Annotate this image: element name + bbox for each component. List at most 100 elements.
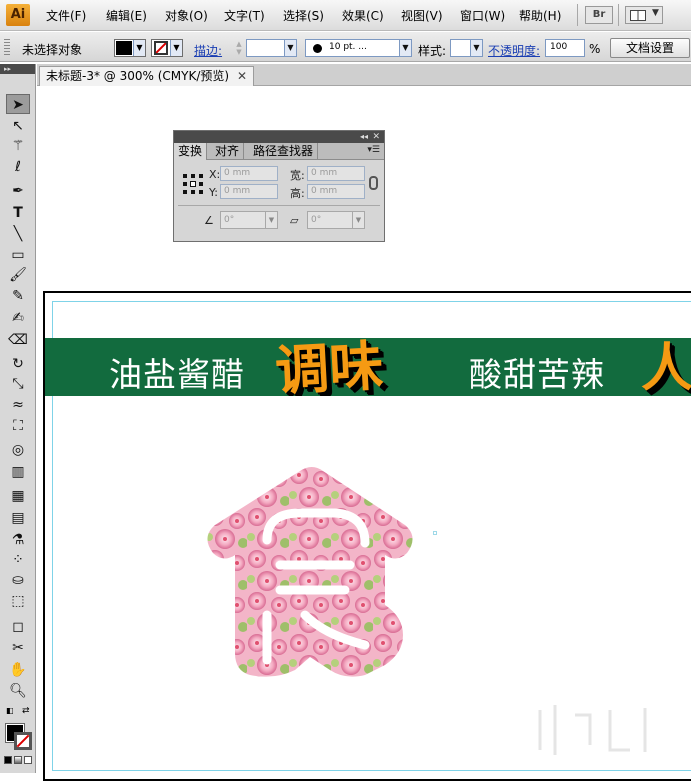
brush-dot-icon (313, 44, 322, 53)
menu-object[interactable]: 对象(O) (165, 7, 208, 24)
banner-accent-1: 调味 (273, 338, 385, 396)
scale-tool-icon[interactable]: ⤡ (6, 374, 30, 394)
eyedropper-tool-icon[interactable]: ⚗ (6, 530, 30, 550)
no-stroke-swatch (154, 41, 168, 55)
document-tab-strip: 未标题-3* @ 300% (CMYK/预览) ✕ (37, 64, 691, 86)
anchor-point-marker (433, 531, 437, 535)
watermark-graphic (538, 705, 647, 755)
menu-effect[interactable]: 效果(C) (342, 7, 384, 24)
tools-panel-header[interactable]: ▸▸ (0, 64, 35, 74)
panel-titlebar[interactable]: ◂◂ ✕ (174, 131, 384, 143)
banner-text-1: 油盐酱醋 (109, 355, 245, 394)
blob-brush-tool-icon[interactable]: ✍ (6, 308, 30, 328)
swap-colors-icon[interactable]: ⇄ (22, 706, 30, 716)
gradient-mode-icon[interactable] (14, 756, 22, 764)
constrain-proportions-icon[interactable] (369, 176, 378, 190)
green-banner[interactable]: 油盐酱醋 调味 酸甜苦辣 人 (45, 338, 691, 396)
y-label: Y: (209, 186, 218, 199)
zoom-tool-icon[interactable]: 🔍︎ (6, 681, 30, 701)
rotate-tool-icon[interactable]: ↻ (6, 354, 30, 374)
default-colors-icon[interactable]: ◧ (6, 706, 14, 715)
x-input[interactable]: 0 mm (220, 166, 278, 181)
menu-bar: Ai 文件(F) 编辑(E) 对象(O) 文字(T) 选择(S) 效果(C) 视… (0, 0, 691, 31)
live-paint-selection-tool-icon[interactable]: ⬚ (6, 591, 30, 611)
direct-selection-tool-icon[interactable]: ↖ (6, 116, 30, 136)
tab-pathfinder[interactable]: 路径查找器 (249, 143, 319, 160)
brush-definition-dropdown[interactable]: 10 pt. ... ▼ (305, 39, 412, 57)
blossom-character-artwork[interactable] (205, 465, 420, 680)
selection-tool-icon[interactable]: ➤ (6, 94, 30, 114)
close-icon[interactable]: ✕ (237, 67, 247, 85)
live-paint-bucket-tool-icon[interactable]: ⛀ (6, 570, 30, 590)
blend-tool-icon[interactable]: ⁘ (6, 550, 30, 570)
graphic-style-dropdown[interactable]: ▼ (450, 39, 483, 57)
warp-tool-icon[interactable]: ≈ (6, 395, 30, 415)
magic-wand-tool-icon[interactable]: ⚚ (6, 136, 30, 156)
menu-view[interactable]: 视图(V) (401, 7, 443, 24)
menu-window[interactable]: 窗口(W) (460, 7, 505, 24)
chevron-down-icon: ▼ (470, 40, 482, 56)
type-tool-icon[interactable]: T (6, 203, 30, 223)
style-label: 样式: (418, 44, 447, 58)
rectangle-tool-icon[interactable]: ▭ (6, 245, 30, 265)
stroke-weight-stepper[interactable]: ▲ ▼ (233, 40, 245, 57)
shear-dropdown[interactable]: 0° ▼ (307, 211, 365, 229)
stroke-label[interactable]: 描边: (194, 42, 222, 59)
opacity-label[interactable]: 不透明度: (488, 42, 540, 59)
rotate-value: 0° (224, 215, 235, 225)
pencil-tool-icon[interactable]: ✎ (6, 286, 30, 306)
fill-color-dropdown[interactable]: ▼ (114, 39, 146, 57)
chevron-down-icon: ▼ (170, 40, 182, 56)
go-to-bridge-button[interactable]: Br (585, 6, 613, 24)
opacity-input[interactable]: 100 (545, 39, 585, 57)
arrange-documents-button[interactable]: ▼ (625, 6, 663, 24)
menu-help[interactable]: 帮助(H) (519, 7, 561, 24)
collapse-icon[interactable]: ◂◂ (360, 131, 368, 143)
banner-accent-2: 人 (641, 339, 691, 396)
none-mode-icon[interactable] (24, 756, 32, 764)
color-mode-icon[interactable] (4, 756, 12, 764)
menu-type[interactable]: 文字(T) (224, 7, 265, 24)
layout-grid-icon (630, 10, 646, 21)
tab-transform[interactable]: 变换 (174, 143, 208, 160)
lasso-tool-icon[interactable]: ℓ (6, 157, 30, 177)
rotate-dropdown[interactable]: 0° ▼ (220, 211, 278, 229)
control-bar: 未选择对象 ▼ ▼ 描边: ▲ ▼ ▼ 10 pt. ... ▼ 样式: ▼ 不透… (0, 32, 691, 62)
slice-tool-icon[interactable]: ✂ (6, 638, 30, 658)
menu-separator (618, 4, 619, 26)
menu-separator (577, 4, 578, 26)
width-input[interactable]: 0 mm (307, 166, 365, 181)
document-setup-button[interactable]: 文档设置 (610, 38, 690, 58)
column-graph-tool-icon[interactable]: ▥ (6, 462, 30, 482)
artboard-tool-icon[interactable]: ◻ (6, 617, 30, 637)
stroke-swatch[interactable] (14, 732, 32, 750)
stroke-weight-dropdown[interactable]: ▼ (246, 39, 297, 57)
y-input[interactable]: 0 mm (220, 184, 278, 199)
line-tool-icon[interactable]: ╲ (6, 224, 30, 244)
height-input[interactable]: 0 mm (307, 184, 365, 199)
mesh-tool-icon[interactable]: ▦ (6, 486, 30, 506)
panel-divider (178, 205, 380, 206)
tab-align[interactable]: 对齐 (211, 143, 245, 160)
pen-tool-icon[interactable]: ✒ (6, 181, 30, 201)
gradient-tool-icon[interactable]: ▤ (6, 508, 30, 528)
width-label: 宽: (290, 169, 305, 182)
panel-menu-icon[interactable]: ▾☰ (367, 145, 380, 155)
eraser-tool-icon[interactable]: ⌫ (6, 330, 30, 350)
menu-edit[interactable]: 编辑(E) (106, 7, 147, 24)
menu-file[interactable]: 文件(F) (46, 7, 86, 24)
height-label: 高: (290, 187, 305, 200)
opacity-unit: % (589, 42, 601, 56)
paintbrush-tool-icon[interactable]: 🖌 (6, 265, 30, 285)
panel-grip-icon[interactable] (4, 39, 10, 55)
document-tab[interactable]: 未标题-3* @ 300% (CMYK/预览) ✕ (39, 66, 255, 86)
hand-tool-icon[interactable]: ✋ (6, 660, 30, 680)
app-logo: Ai (6, 4, 30, 26)
reference-point-grid[interactable] (183, 174, 203, 194)
menu-select[interactable]: 选择(S) (283, 7, 324, 24)
symbol-sprayer-tool-icon[interactable]: ◎ (6, 440, 30, 460)
stroke-color-dropdown[interactable]: ▼ (151, 39, 183, 57)
close-icon[interactable]: ✕ (372, 131, 380, 143)
free-transform-tool-icon[interactable]: ⛶ (6, 416, 30, 436)
chevron-down-icon: ▼ (284, 40, 296, 56)
